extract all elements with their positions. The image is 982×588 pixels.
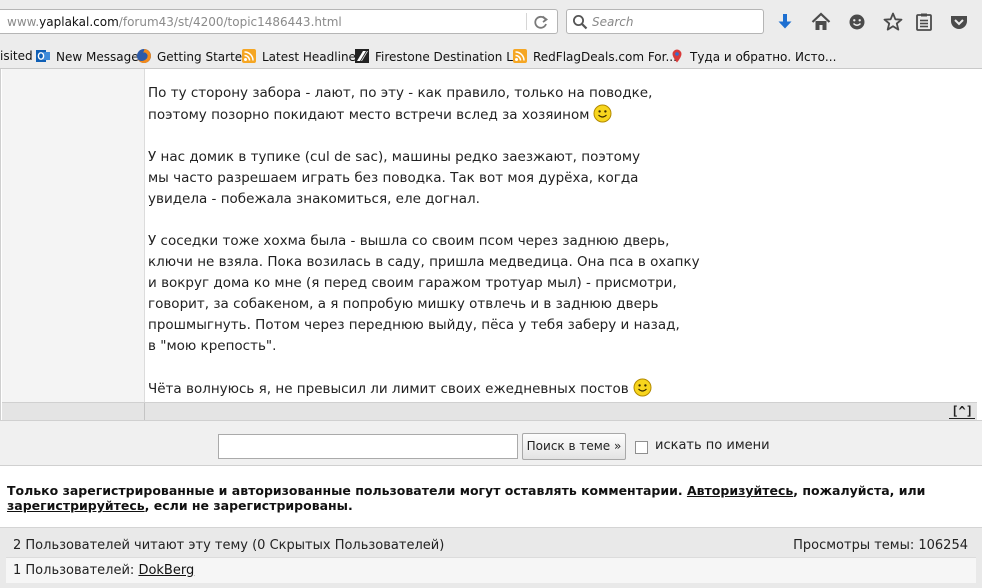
bookmark-label: New Message [56,50,139,64]
post-paragraph: У нас домик в тупике (cul de sac), машин… [148,147,948,210]
post-line: увидела - побежала знакомиться, еле догн… [148,191,480,207]
bookmark-label: Latest Headlines [262,50,363,64]
post-line: в "мою крепость". [148,338,277,354]
url-separator [526,13,527,30]
bookmark-most-visited[interactable]: isited [0,48,33,66]
post-line-with-smiley: Чёта волнуюсь я, не превысил ли лимит св… [148,378,948,400]
search-input[interactable] [592,13,760,30]
search-by-name-label[interactable]: искать по имени [655,438,770,453]
map-pin-icon [672,49,682,63]
smiley-emoticon-icon [633,378,652,397]
post-footer-divider [144,403,145,421]
bookmark-tuda-i-obratno[interactable]: Туда и обратно. Исто... [669,48,836,66]
rss-icon [513,49,527,63]
bookmarks-bar: isited New Message Getting Started Lates… [0,44,982,69]
url-host: yaplakal.com [39,15,119,29]
magnifier-icon [573,15,588,30]
topic-search-input[interactable] [218,434,518,459]
bookmark-label: isited [0,49,33,63]
post-line: У нас домик в тупике (cul de sac), машин… [148,149,641,165]
notice-text: Только зарегистрированные и авторизованн… [7,483,687,498]
browser-toolbar: www.yaplakal.com/forum43/st/4200/topic14… [0,0,982,44]
post-line: прошмыгнуть. Потом через переднюю выйду,… [148,317,680,333]
bookmark-latest-headlines[interactable]: Latest Headlines [241,48,362,66]
outlook-icon [36,50,50,62]
post-line-text: поэтому позорно покидают место встречи в… [148,107,590,123]
bookmark-redflagdeals[interactable]: RedFlagDeals.com For... [512,48,677,66]
topic-search-button[interactable]: Поиск в теме » [522,433,626,460]
post-body: По ту сторону забора - лают, по эту - ка… [148,83,948,421]
post-line: У соседки тоже хохма была - вышла со сво… [148,233,670,249]
post-paragraph: По ту сторону забора - лают, по эту - ка… [148,83,948,126]
post-author-column [2,69,145,402]
bookmark-label: RedFlagDeals.com For... [533,50,677,64]
login-notice-text: Только зарегистрированные и авторизованн… [7,483,967,513]
url-prefix: www. [7,15,40,29]
bookmark-label: Туда и обратно. Исто... [690,50,837,64]
firefox-icon [137,49,151,63]
active-users: 1 Пользователей: DokBerg [13,563,194,578]
smiley-emoticon-icon [593,104,612,123]
reload-icon[interactable] [531,13,551,31]
topic-stats: 2 Пользователей читают эту тему (0 Скрыт… [0,527,982,588]
active-users-prefix: 1 Пользователей: [13,563,139,578]
post-line: и вокруг дома ко мне (я перед своим гара… [148,275,677,291]
url-text[interactable]: www.yaplakal.com/forum43/st/4200/topic14… [7,15,342,29]
topic-views: Просмотры темы: 106254 [793,538,968,553]
post-footer: [^] [2,402,977,421]
notice-text: , если не зарегистрированы. [144,498,353,513]
login-link[interactable]: Авторизуйтесь [687,483,793,498]
bookmark-getting-started[interactable]: Getting Started [136,48,250,66]
url-path: /forum43/st/4200/topic1486443.html [118,15,342,29]
search-by-name-checkbox[interactable] [635,441,648,454]
notice-text: , пожалуйста, или [793,483,926,498]
scroll-to-top-link[interactable]: [^] [949,404,975,419]
readers-count: 2 Пользователей читают эту тему (0 Скрыт… [13,538,445,553]
forum-post: По ту сторону забора - лают, по эту - ка… [0,69,982,421]
bookmark-label: Getting Started [157,50,250,64]
post-line: мы часто разрешаем играть без поводка. Т… [148,170,639,186]
readers-row: 2 Пользователей читают эту тему (0 Скрыт… [0,528,982,558]
topic-search-panel: Поиск в теме » искать по имени [0,420,982,466]
post-paragraph: Чёта волнуюсь я, не превысил ли лимит св… [148,378,948,400]
post-line: ключи не взяла. Пока возилась в саду, пр… [148,254,700,270]
active-users-row: 1 Пользователей: DokBerg [6,557,976,583]
bookmark-new-message[interactable]: New Message [35,48,139,66]
post-line: говорит, за собакеном, а я попробую мишк… [148,296,659,312]
download-icon[interactable] [774,11,796,33]
post-line: По ту сторону забора - лают, по эту - ка… [148,85,653,101]
star-icon[interactable] [882,11,904,33]
login-notice: Только зарегистрированные и авторизованн… [0,467,982,527]
bookmark-label: Firestone Destination L... [375,50,525,64]
url-bar[interactable]: www.yaplakal.com/forum43/st/4200/topic14… [0,9,558,34]
bookmark-firestone[interactable]: Firestone Destination L... [354,48,524,66]
home-icon[interactable] [810,11,832,33]
post-line-with-smiley: поэтому позорно покидают место встречи в… [148,104,948,126]
smiley-icon[interactable] [846,11,868,33]
register-link[interactable]: зарегистрируйтесь [7,498,145,513]
reading-list-icon[interactable] [913,11,935,33]
post-line-text: Чёта волнуюсь я, не превысил ли лимит св… [148,381,629,397]
search-bar[interactable] [566,9,764,34]
post-paragraph: У соседки тоже хохма была - вышла со сво… [148,231,948,357]
pocket-icon[interactable] [948,11,970,33]
firestone-icon [355,49,369,63]
rss-icon [242,49,256,63]
user-link[interactable]: DokBerg [138,563,194,578]
